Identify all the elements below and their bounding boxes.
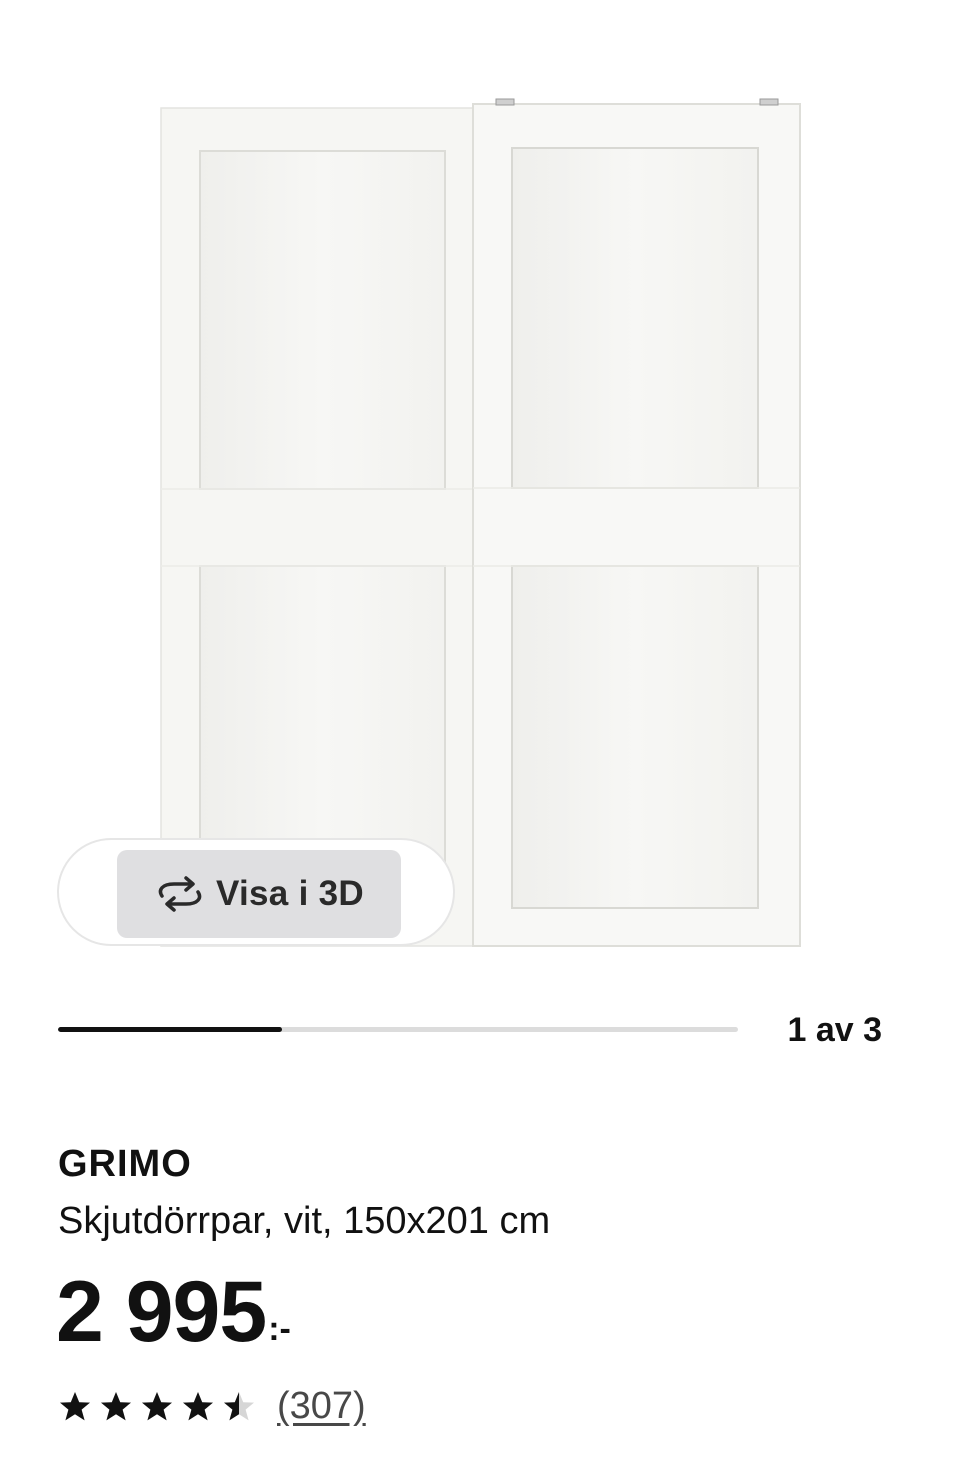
product-image[interactable] [0,0,960,980]
star-full-icon [181,1390,215,1424]
product-description: Skjutdörrpar, vit, 150x201 cm [58,1200,551,1242]
view-3d-container: Visa i 3D [57,838,455,946]
product-rating[interactable]: (307) [58,1385,366,1428]
star-full-icon [58,1390,92,1424]
star-full-icon [140,1390,174,1424]
rating-stars [58,1390,263,1424]
gallery-progress-fill [58,1027,283,1032]
view-3d-button[interactable]: Visa i 3D [117,850,401,938]
view-3d-label: Visa i 3D [216,874,364,913]
gallery-progress-bar[interactable] [58,1027,738,1032]
product-price: 2 995 :- [56,1262,291,1362]
price-amount: 2 995 [56,1264,267,1360]
review-count-link[interactable]: (307) [277,1385,366,1428]
star-half-icon [222,1390,256,1424]
price-suffix: :- [268,1310,291,1348]
product-name[interactable]: GRIMO [58,1143,192,1186]
rotate-3d-icon [154,876,206,912]
star-full-icon [99,1390,133,1424]
gallery-counter: 1 av 3 [787,1011,882,1049]
product-image-gallery[interactable]: Visa i 3D [0,0,960,980]
